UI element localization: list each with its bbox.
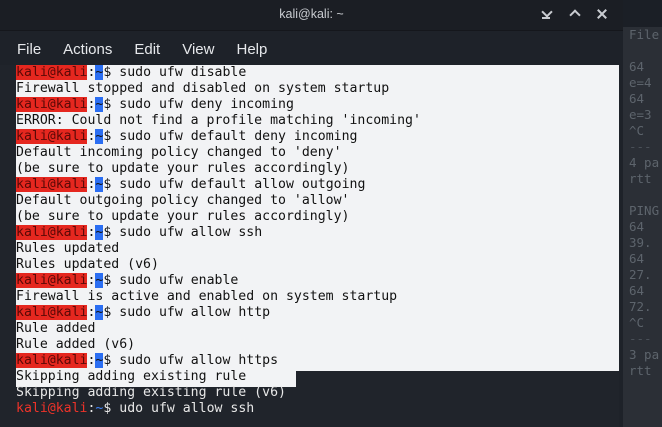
background-terminal-line: 72. — [629, 299, 652, 314]
terminal-area[interactable]: kali@kali:~$ sudo ufw disable Firewall st… — [0, 65, 623, 427]
command-line: kali@kali:~$ sudo ufw allow https — [16, 353, 421, 369]
minimize-icon[interactable] — [539, 7, 553, 21]
output-line: Rules updated (v6) — [16, 257, 159, 272]
command-text: sudo ufw allow ssh — [119, 225, 263, 240]
background-terminal-line — [623, 187, 662, 203]
command-line: kali@kali:~$ sudo ufw enable — [16, 273, 421, 289]
prompt-symbol: $ — [103, 225, 120, 240]
prompt-symbol: $ — [103, 129, 120, 144]
prompt-symbol: $ — [103, 353, 120, 368]
background-terminal-line: 27. — [629, 267, 652, 282]
prompt-symbol: $ — [103, 401, 120, 416]
command-text: sudo ufw allow http — [119, 305, 271, 320]
maximize-icon[interactable] — [567, 7, 581, 21]
background-terminal: File 64 e=4 64 e=3 ^C --- 4 pa rtt PING 64 39. 64… — [623, 27, 662, 427]
menu-view[interactable]: View — [171, 41, 225, 58]
background-terminal-line: rtt — [629, 171, 652, 186]
prompt-user: kali@kali — [16, 273, 88, 288]
prompt-user: kali@kali — [16, 65, 88, 80]
output-line: Rules updated — [16, 241, 120, 256]
prompt-symbol: $ — [103, 97, 120, 112]
terminal-window: kali@kali: ~ File Actions Edit View Help… — [0, 0, 623, 427]
command-line: kali@kali:~$ sudo ufw allow http — [16, 305, 421, 321]
background-terminal-line: e=4 — [629, 75, 652, 90]
prompt-user: kali@kali — [16, 305, 88, 320]
command-line: kali@kali:~$ sudo ufw default allow outg… — [16, 177, 421, 193]
background-terminal-line: 3 pa — [629, 347, 660, 362]
menu-help[interactable]: Help — [225, 41, 278, 58]
command-text: sudo ufw enable — [119, 273, 239, 288]
background-terminal-line: 64 — [629, 283, 652, 298]
command-line: kali@kali:~$ udo ufw allow ssh — [16, 401, 421, 417]
menu-edit[interactable]: Edit — [123, 41, 171, 58]
output-line: Skipping adding existing rule (v6) — [16, 385, 286, 400]
command-line: kali@kali:~$ sudo ufw deny incoming — [16, 97, 421, 113]
command-line: kali@kali:~$ sudo ufw disable — [16, 65, 421, 81]
output-line: (be sure to update your rules accordingl… — [16, 209, 350, 224]
background-terminal-line — [623, 43, 662, 59]
command-text: sudo ufw default allow outgoing — [119, 177, 366, 192]
prompt-user: kali@kali — [16, 225, 88, 240]
prompt-user: kali@kali — [16, 353, 88, 368]
background-terminal-line: e=3 — [629, 107, 652, 122]
output-line: Firewall stopped and disabled on system … — [16, 81, 390, 96]
background-terminal-line: ^C — [629, 123, 645, 138]
menu-actions[interactable]: Actions — [52, 41, 123, 58]
command-text: sudo ufw default deny incoming — [119, 129, 358, 144]
scrollbar[interactable] — [619, 65, 623, 427]
output-line: Rule added (v6) — [16, 337, 136, 352]
output-line: Default outgoing policy changed to 'allo… — [16, 193, 350, 208]
background-terminal-line: 64 — [629, 59, 652, 74]
prompt-symbol: $ — [103, 305, 120, 320]
background-terminal-line: 64 — [629, 91, 652, 106]
background-terminal-line: ^C — [629, 315, 645, 330]
output-line: (be sure to update your rules accordingl… — [16, 161, 350, 176]
window-title: kali@kali: ~ — [279, 7, 344, 21]
menubar: File Actions Edit View Help — [0, 36, 623, 62]
titlebar: kali@kali: ~ — [0, 0, 623, 31]
prompt-symbol: $ — [103, 65, 120, 80]
background-terminal-line: 39. — [629, 235, 652, 250]
background-terminal-line: rtt — [629, 363, 652, 378]
prompt-user: kali@kali — [16, 177, 88, 192]
terminal-output: kali@kali:~$ sudo ufw disable Firewall st… — [16, 65, 421, 417]
background-terminal-line: --- — [629, 139, 652, 154]
command-text: sudo ufw deny incoming — [119, 97, 294, 112]
output-line: ERROR: Could not find a profile matching… — [16, 113, 421, 128]
background-terminal-line: --- — [629, 331, 652, 346]
prompt-user: kali@kali — [16, 401, 88, 416]
prompt-symbol: $ — [103, 177, 120, 192]
background-terminal-line: PING — [629, 203, 660, 218]
background-terminal-line: 64 — [629, 219, 652, 234]
window-controls — [539, 7, 609, 21]
background-terminal-line: File — [629, 27, 660, 42]
background-terminal-line: 64 — [629, 251, 652, 266]
prompt-user: kali@kali — [16, 97, 88, 112]
prompt-user: kali@kali — [16, 129, 88, 144]
output-line: Rule added — [16, 321, 96, 336]
command-text: sudo ufw allow https — [119, 353, 279, 368]
command-line: kali@kali:~$ sudo ufw allow ssh — [16, 225, 421, 241]
background-terminal-line: 4 pa — [629, 155, 660, 170]
menu-file[interactable]: File — [6, 41, 52, 58]
output-line: Default incoming policy changed to 'deny… — [16, 145, 342, 160]
output-line: Firewall is active and enabled on system… — [16, 289, 398, 304]
output-line: Skipping adding existing rule — [16, 369, 247, 384]
prompt-symbol: $ — [103, 273, 120, 288]
close-icon[interactable] — [595, 7, 609, 21]
command-line: kali@kali:~$ sudo ufw default deny incom… — [16, 129, 421, 145]
command-text: udo ufw allow ssh — [119, 401, 255, 416]
command-text: sudo ufw disable — [119, 65, 247, 80]
